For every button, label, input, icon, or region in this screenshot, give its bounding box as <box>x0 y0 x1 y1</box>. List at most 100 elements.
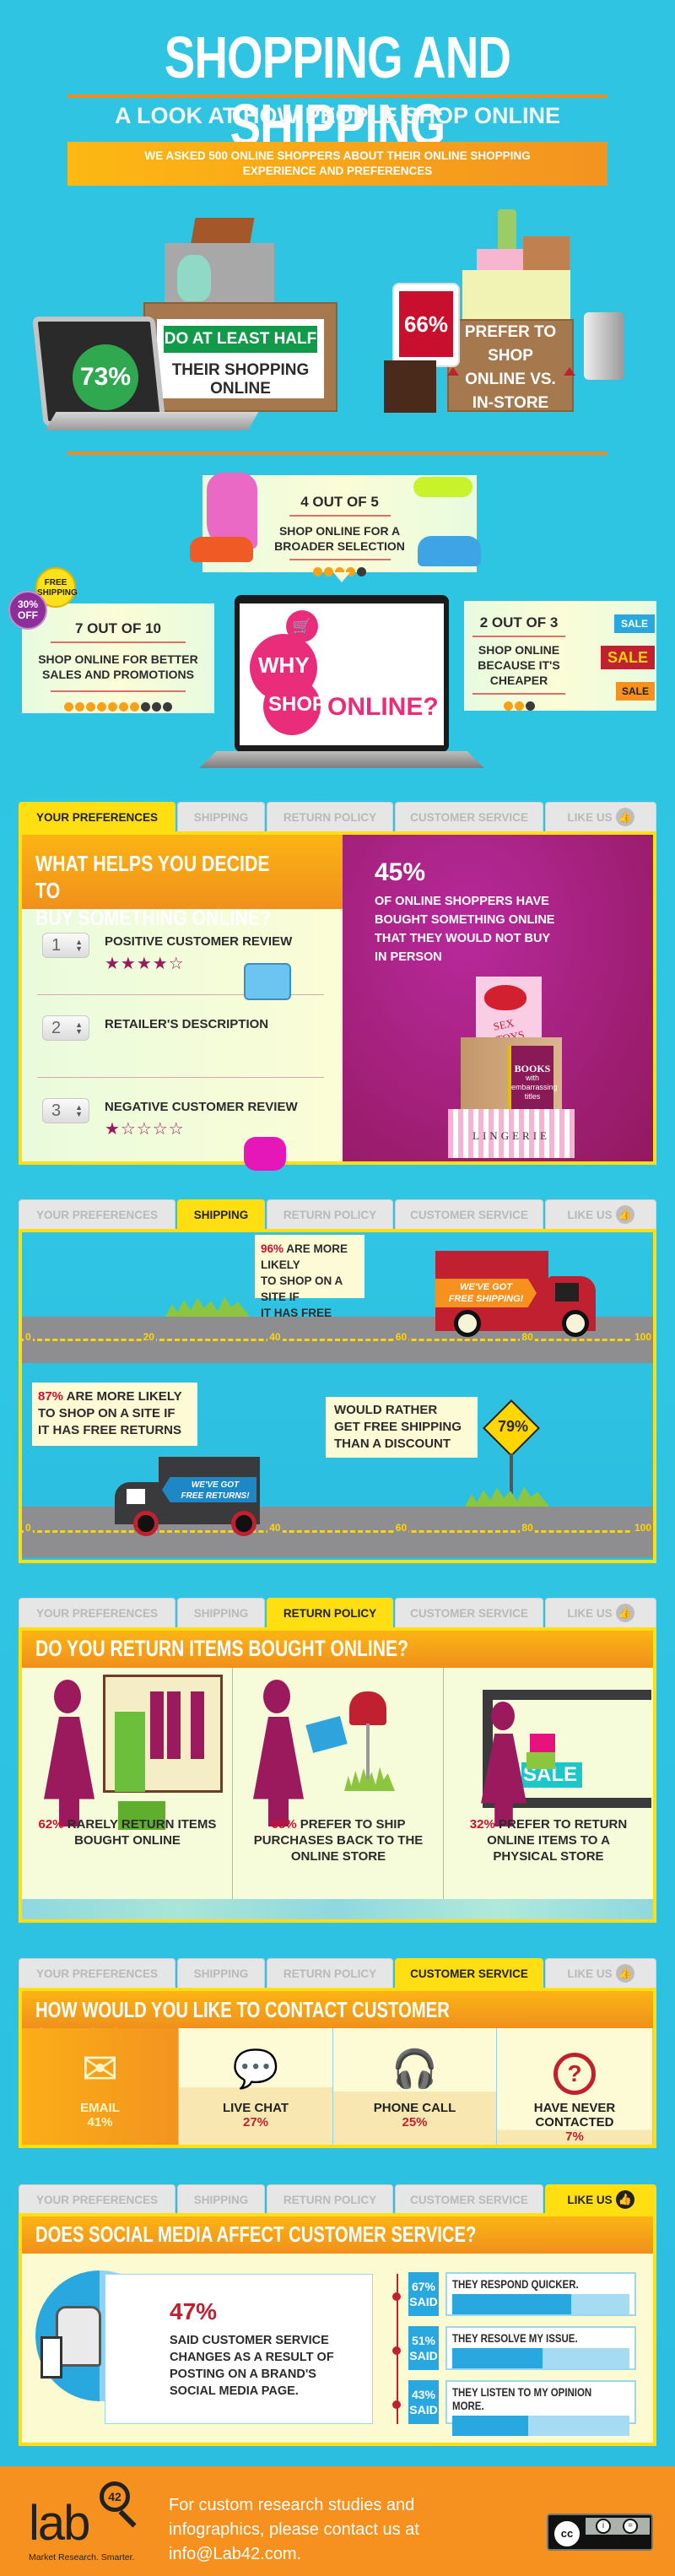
tab-return-policy[interactable]: RETURN POLICY <box>267 1598 393 1628</box>
tab-label: RETURN POLICY <box>283 1606 377 1620</box>
tab-customer-service[interactable]: CUSTOMER SERVICE <box>395 1199 543 1230</box>
said-label: SAID <box>409 2349 438 2362</box>
tablet-icon: 66% <box>392 283 460 367</box>
tab-label: YOUR PREFERENCES <box>35 1208 159 1221</box>
return-columns: SALE <box>22 1668 653 1906</box>
bar-track <box>452 2416 629 2436</box>
arrow-up-icon <box>564 367 575 376</box>
grass-icon <box>344 1767 395 1791</box>
shipping-stat-bubble: 96% ARE MORE LIKELY TO SHOP ON A SITE IF… <box>255 1235 364 1335</box>
tab-bar: YOUR PREFERENCES SHIPPING RETURN POLICY CUS… <box>19 2184 656 2215</box>
tab-like-us[interactable]: LIKE US 👍 <box>545 802 656 832</box>
stat2-line1: PREFER TO SHOP <box>464 323 557 365</box>
stat-line1: OF ONLINE SHOPPERS HAVE <box>375 895 549 908</box>
tab-shipping[interactable]: SHIPPING <box>177 802 265 832</box>
purchase-stat-area: 45% OF ONLINE SHOPPERS HAVE BOUGHT SOMET… <box>343 835 653 1161</box>
filled-dot <box>130 702 139 712</box>
contact-pct: 27% <box>242 2115 269 2130</box>
return-stat: 62% RARELY RETURN ITEMS BOUGHT ONLINE <box>22 1816 233 1864</box>
book-sub3: titles <box>524 1092 541 1101</box>
thumbs-up-icon: 👍 <box>615 1604 634 1622</box>
slip-on-shoe-icon <box>190 537 253 562</box>
bar-box: THEY RESOLVE MY ISSUE. <box>446 2326 636 2370</box>
tab-return-policy[interactable]: RETURN POLICY <box>267 2184 393 2215</box>
lab42-logo: lab <box>29 2496 90 2551</box>
said-label: SAID <box>409 2403 438 2416</box>
lingerie-box: LINGERIE <box>448 1109 575 1158</box>
tab-label: SHIPPING <box>193 1967 249 1980</box>
tab-customer-service[interactable]: CUSTOMER SERVICE <box>395 2184 543 2215</box>
tab-your-preferences[interactable]: YOUR PREFERENCES <box>19 2184 176 2215</box>
stat1-line1: DO AT LEAST HALF OF <box>164 326 317 375</box>
tab-label: YOUR PREFERENCES <box>35 810 159 824</box>
stat-text: GET FREE SHIPPING <box>334 1420 462 1434</box>
social-bar-row: 67% SAID THEY RESPOND QUICKER. <box>390 2272 643 2316</box>
page-subtitle: A LOOK AT HOW PEOPLE SHOP ONLINE <box>114 103 561 128</box>
tab-shipping[interactable]: SHIPPING <box>177 1199 265 1230</box>
stat-pct: 68% <box>271 1817 297 1832</box>
no-derivatives-icon: = <box>623 2519 638 2534</box>
tab-like-us[interactable]: LIKE US 👍 <box>545 1958 656 1989</box>
tab-customer-service[interactable]: CUSTOMER SERVICE <box>395 1958 543 1989</box>
empty-dot <box>141 702 150 712</box>
laptop-screen: 🛒 WHY SHOP ONLINE? <box>235 595 449 752</box>
reason-line1: SHOP ONLINE FOR BETTER <box>38 652 198 666</box>
rank-stepper[interactable]: 1 ▲ ▼ <box>42 933 89 958</box>
tab-label: YOUR PREFERENCES <box>35 1606 159 1620</box>
road-tick-label: 20 <box>141 1331 156 1343</box>
tab-shipping[interactable]: SHIPPING <box>177 1958 265 1989</box>
creative-commons-badge[interactable]: cc i = <box>547 2514 653 2551</box>
tab-customer-service[interactable]: CUSTOMER SERVICE <box>395 802 543 832</box>
filled-dot <box>119 702 128 712</box>
tab-your-preferences[interactable]: YOUR PREFERENCES <box>19 802 176 832</box>
reason-line3: CHEAPER <box>489 674 548 687</box>
customer-service-panel: HOW WOULD YOU LIKE TO CONTACT CUSTOMER S… <box>19 1988 656 2148</box>
truck-label: FREE RETURNS! <box>181 1491 250 1501</box>
stat-line4: IN PERSON <box>375 950 442 964</box>
lips-icon <box>484 985 526 1010</box>
sale-tag: SALE <box>614 614 655 633</box>
tab-return-policy[interactable]: RETURN POLICY <box>267 802 393 832</box>
said-pct: 51% <box>411 2334 436 2347</box>
social-bar-row: 43% SAID THEY LISTEN TO MY OPINION MORE. <box>390 2380 643 2436</box>
tab-like-us[interactable]: LIKE US 👍 <box>545 1598 656 1628</box>
road-tick-label: 60 <box>393 1522 409 1534</box>
tab-your-preferences[interactable]: YOUR PREFERENCES <box>19 1958 176 1989</box>
filled-dot <box>324 567 333 576</box>
road-tick-label: 0 <box>24 1331 33 1343</box>
email-icon: ✉ <box>81 2045 119 2094</box>
tab-return-policy[interactable]: RETURN POLICY <box>267 1199 393 1230</box>
tab-like-us[interactable]: LIKE US 👍 <box>545 1199 656 1230</box>
social-heading: DOES SOCIAL MEDIA AFFECT CUSTOMER SERVIC… <box>22 2216 653 2254</box>
heading-text: DO YOU RETURN ITEMS BOUGHT ONLINE? <box>35 1636 408 1661</box>
tab-like-us[interactable]: LIKE US 👍 <box>545 2184 656 2215</box>
bar-box: THEY RESPOND QUICKER. <box>446 2272 636 2316</box>
rank-stepper[interactable]: 3 ▲ ▼ <box>42 1098 89 1123</box>
stat-pct: 62% <box>38 1817 64 1832</box>
rating-dots <box>22 701 214 716</box>
tab-your-preferences[interactable]: YOUR PREFERENCES <box>19 1598 176 1628</box>
rank-stepper[interactable]: 2 ▲ ▼ <box>42 1015 89 1041</box>
tab-label: LIKE US <box>567 2193 613 2206</box>
tab-shipping[interactable]: SHIPPING <box>177 1598 265 1628</box>
tab-return-policy[interactable]: RETURN POLICY <box>267 1958 393 1989</box>
tab-label: CUSTOMER SERVICE <box>410 2193 528 2206</box>
said-badge: 51% SAID <box>408 2326 439 2370</box>
stat1-value: 73% <box>73 344 138 410</box>
tab-customer-service[interactable]: CUSTOMER SERVICE <box>395 1598 543 1628</box>
stat-text: TO SHOP ON A SITE IF <box>38 1406 176 1421</box>
tab-shipping[interactable]: SHIPPING <box>177 2184 265 2215</box>
returns-stat-bubble: 87% ARE MORE LIKELY TO SHOP ON A SITE IF… <box>32 1383 197 1446</box>
brown-box-icon <box>384 360 436 413</box>
stepper-arrows-icon: ▲ ▼ <box>75 1020 83 1036</box>
bar-fill <box>452 2294 571 2314</box>
sex-toys-card: SEX TOYS <box>476 977 542 1046</box>
stat-line2: BOUGHT SOMETHING ONLINE <box>375 913 555 927</box>
road-ticks: 0 20 40 60 80 100 <box>22 1331 654 1348</box>
filled-dot <box>108 702 117 712</box>
tab-bar: YOUR PREFERENCES SHIPPING RETURN POLICY CUS… <box>19 1598 656 1628</box>
contact-email-link[interactable]: info@Lab42.com. <box>169 2542 419 2567</box>
returns-heading: DO YOU RETURN ITEMS BOUGHT ONLINE? <box>22 1631 653 1668</box>
cc-icon: cc <box>552 2519 582 2549</box>
tab-your-preferences[interactable]: YOUR PREFERENCES <box>19 1199 176 1230</box>
